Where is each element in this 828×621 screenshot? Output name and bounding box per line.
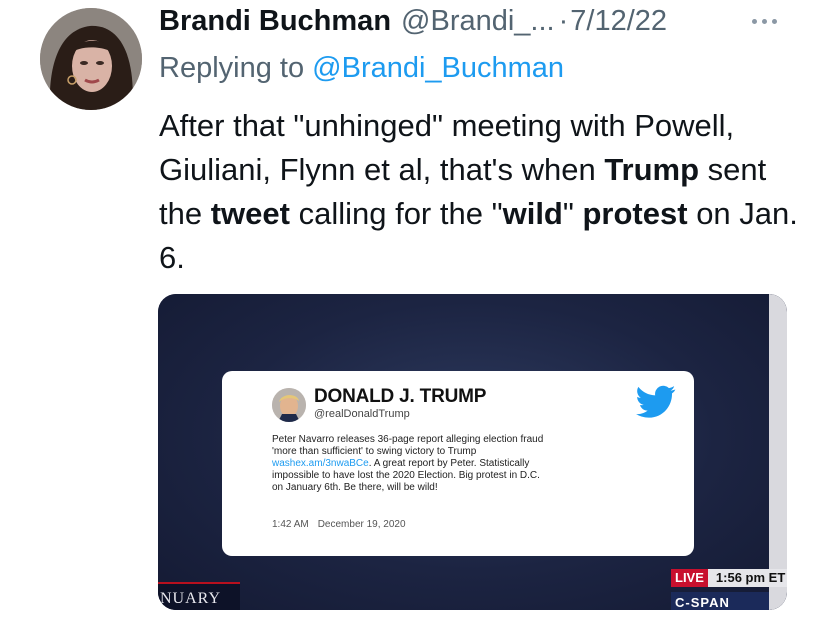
embedded-tweet-name: DONALD J. TRUMP (314, 386, 487, 407)
avatar[interactable] (40, 8, 142, 110)
tweet-text-segment: " (562, 196, 583, 231)
separator-dot: · (558, 5, 569, 37)
embedded-tweet-body: Peter Navarro releases 36-page report al… (272, 434, 612, 494)
tweet-text-segment: calling for the " (289, 196, 503, 231)
live-time: 1:56 pm ET (707, 569, 787, 587)
reply-context: Replying to @Brandi_Buchman (159, 52, 564, 85)
twitter-bird-icon (636, 385, 676, 418)
embedded-tweet-link: washex.am/3nwaBCe (272, 458, 369, 469)
tweet-text-segment: Trump (604, 152, 700, 187)
reply-prefix: Replying to (159, 52, 305, 84)
tweet-media[interactable]: NUARY DONALD J. TRUMP @realDonaldTrump P… (158, 294, 787, 610)
tweet-text-segment: wild (502, 196, 563, 231)
live-badge: LIVE 1:56 pm ET (671, 569, 787, 587)
broadcast-lower-third: NUARY (158, 582, 240, 610)
embedded-tweet-timestamp: 1:42 AM December 19, 2020 (272, 519, 406, 530)
embedded-avatar (272, 388, 306, 422)
tweet-text-segment: tweet (210, 196, 290, 231)
broadcast-side-strip (769, 294, 787, 610)
embedded-tweet-date: December 19, 2020 (317, 519, 406, 530)
avatar-image (40, 8, 142, 110)
reply-mention-link[interactable]: @Brandi_Buchman (312, 52, 564, 84)
author-name[interactable]: Brandi Buchman (159, 5, 391, 38)
embedded-tweet-time: 1:42 AM (272, 519, 309, 530)
embedded-tweet-handle: @realDonaldTrump (314, 408, 410, 420)
tweet-text: After that "unhinged" meeting with Powel… (159, 104, 799, 280)
embedded-body-part1: Peter Navarro releases 36-page report al… (272, 434, 544, 457)
author-handle[interactable]: @Brandi_... (401, 5, 555, 38)
more-icon[interactable] (752, 14, 786, 28)
tweet-date[interactable]: 7/12/22 (570, 5, 667, 38)
embedded-tweet-card: DONALD J. TRUMP @realDonaldTrump Peter N… (222, 371, 694, 556)
network-bug: C-SPAN (671, 592, 769, 610)
tweet-header: Brandi Buchman @Brandi_... · 7/12/22 (159, 5, 667, 45)
tweet-text-segment: protest (582, 196, 688, 231)
live-label: LIVE (671, 569, 708, 587)
